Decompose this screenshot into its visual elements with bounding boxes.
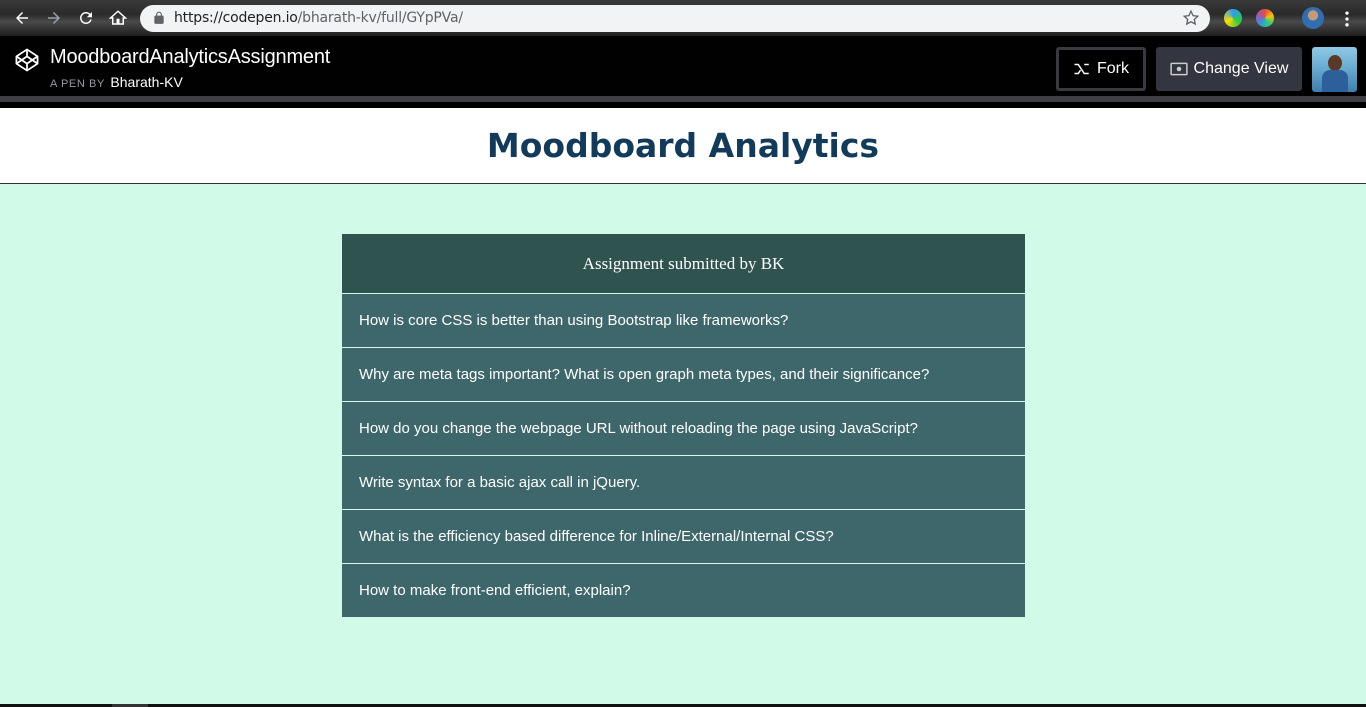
color-extension-icon[interactable]	[1256, 9, 1274, 27]
question-item[interactable]: How is core CSS is better than using Boo…	[342, 294, 1025, 348]
change-view-label: Change View	[1193, 60, 1289, 77]
user-avatar[interactable]	[1312, 47, 1357, 92]
fork-icon	[1074, 63, 1089, 75]
avatar-body	[1322, 70, 1348, 92]
extension-icon[interactable]	[1224, 9, 1242, 27]
author-link[interactable]: Bharath-KV	[110, 74, 182, 90]
reload-icon[interactable]	[74, 6, 98, 30]
question-item[interactable]: Why are meta tags important? What is ope…	[342, 348, 1025, 402]
eye-icon	[1169, 62, 1188, 76]
page-header: Moodboard Analytics	[0, 108, 1366, 184]
change-view-button[interactable]: Change View	[1156, 47, 1302, 91]
question-item[interactable]: Write syntax for a basic ajax call in jQ…	[342, 456, 1025, 510]
question-item[interactable]: How do you change the webpage URL withou…	[342, 402, 1025, 456]
codepen-header: MoodboardAnalyticsAssignment A PEN BY Bh…	[0, 36, 1366, 102]
url-path: /bharath-kv/full/GYpPVa/	[297, 10, 463, 26]
browser-profile-avatar[interactable]	[1302, 7, 1324, 29]
codepen-logo-icon[interactable]	[14, 47, 40, 73]
lock-icon	[154, 11, 164, 24]
pen-title: MoodboardAnalyticsAssignment	[50, 46, 331, 68]
avatar-head	[1328, 55, 1342, 71]
url-host: https://codepen.io	[174, 10, 298, 26]
question-item[interactable]: What is the efficiency based difference …	[342, 510, 1025, 564]
url-text: https://codepen.io/bharath-kv/full/GYpPV…	[174, 10, 463, 26]
back-icon[interactable]	[10, 6, 34, 30]
home-icon[interactable]	[106, 6, 130, 30]
forward-icon[interactable]	[42, 6, 66, 30]
star-icon[interactable]	[1182, 9, 1200, 27]
card-header: Assignment submitted by BK	[342, 234, 1025, 294]
fork-button[interactable]: Fork	[1056, 47, 1146, 91]
pen-byline: A PEN BY Bharath-KV	[50, 74, 183, 90]
by-label: A PEN BY	[50, 78, 105, 90]
question-item[interactable]: How to make front-end efficient, explain…	[342, 564, 1025, 617]
pen-preview: Moodboard Analytics Assignment submitted…	[0, 108, 1366, 704]
address-bar[interactable]: https://codepen.io/bharath-kv/full/GYpPV…	[140, 5, 1210, 32]
browser-toolbar: https://codepen.io/bharath-kv/full/GYpPV…	[0, 0, 1366, 36]
page-title: Moodboard Analytics	[486, 126, 880, 165]
fork-label: Fork	[1097, 60, 1129, 77]
questions-card: Assignment submitted by BK How is core C…	[342, 234, 1025, 617]
menu-icon[interactable]	[1337, 9, 1357, 29]
